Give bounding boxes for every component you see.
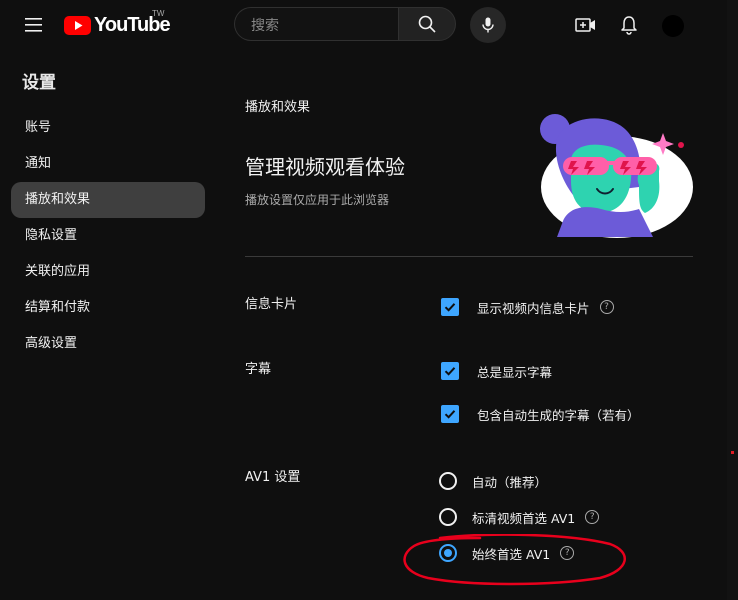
- scroll-marker: [731, 451, 734, 454]
- annotation-circle: [403, 534, 626, 586]
- settings-sidebar: 设置 账号 通知 播放和效果 隐私设置 关联的应用 结算和付款 高级设置: [0, 54, 220, 600]
- captions-always-label: 总是显示字幕: [477, 364, 553, 380]
- notifications-button[interactable]: [616, 12, 642, 38]
- help-icon[interactable]: ?: [585, 510, 600, 524]
- bell-icon: [621, 16, 637, 35]
- region-code: TW: [152, 9, 165, 18]
- captions-auto-label: 包含自动生成的字幕（若有）: [477, 407, 640, 423]
- search-icon: [418, 15, 436, 33]
- settings-main: 播放和效果 管理视频观看体验 播放设置仅应用于此浏览器 信息卡片 显示视频内信息…: [220, 54, 718, 600]
- page-subtitle: 播放设置仅应用于此浏览器: [245, 193, 390, 207]
- top-bar: YouTube TW: [0, 0, 738, 54]
- sidebar-title: 设置: [22, 73, 56, 93]
- search-input[interactable]: [249, 15, 393, 37]
- menu-icon[interactable]: [17, 11, 49, 39]
- sidebar-item-privacy[interactable]: 隐私设置: [11, 218, 205, 254]
- page-scrollbar[interactable]: [727, 0, 738, 600]
- info-cards-label: 信息卡片: [245, 297, 298, 312]
- sidebar-item-playback[interactable]: 播放和效果: [11, 182, 205, 218]
- av1-auto-radio[interactable]: [439, 472, 457, 490]
- search-box: [234, 7, 398, 41]
- search-button[interactable]: [398, 7, 456, 41]
- captions-always-option[interactable]: 总是显示字幕: [441, 360, 552, 382]
- info-cards-checkbox[interactable]: [441, 298, 459, 316]
- playback-illustration: [540, 114, 693, 238]
- info-cards-option[interactable]: 显示视频内信息卡片 ?: [441, 296, 614, 318]
- video-add-icon: [575, 18, 595, 32]
- av1-settings-label: AV1 设置: [245, 470, 301, 485]
- captions-auto-checkbox[interactable]: [441, 405, 459, 423]
- checkmark-icon: [444, 367, 456, 376]
- page-title: 管理视频观看体验: [245, 155, 405, 179]
- checkmark-icon: [444, 410, 456, 419]
- sidebar-item-account[interactable]: 账号: [11, 110, 205, 146]
- voice-search-button[interactable]: [470, 7, 506, 43]
- youtube-play-icon: [64, 15, 91, 35]
- help-icon[interactable]: ?: [599, 300, 614, 314]
- captions-auto-option[interactable]: 包含自动生成的字幕（若有）: [441, 403, 640, 425]
- section-divider: [245, 256, 693, 257]
- microphone-icon: [482, 17, 494, 33]
- sidebar-item-notifications[interactable]: 通知: [11, 146, 205, 182]
- checkmark-icon: [444, 303, 456, 312]
- av1-sd-radio[interactable]: [439, 508, 457, 526]
- sidebar-item-connected-apps[interactable]: 关联的应用: [11, 254, 205, 290]
- captions-label: 字幕: [245, 362, 272, 377]
- create-button[interactable]: [573, 12, 599, 38]
- av1-sd-label: 标清视频首选 AV1: [472, 510, 576, 526]
- sidebar-item-advanced[interactable]: 高级设置: [11, 326, 205, 362]
- av1-auto-option[interactable]: 自动（推荐）: [439, 470, 547, 492]
- info-cards-option-label: 显示视频内信息卡片: [477, 300, 590, 316]
- av1-auto-label: 自动（推荐）: [472, 474, 548, 490]
- captions-always-checkbox[interactable]: [441, 362, 459, 380]
- av1-sd-option[interactable]: 标清视频首选 AV1 ?: [439, 506, 600, 528]
- avatar[interactable]: [662, 15, 684, 37]
- section-name: 播放和效果: [245, 100, 311, 115]
- sidebar-item-billing[interactable]: 结算和付款: [11, 290, 205, 326]
